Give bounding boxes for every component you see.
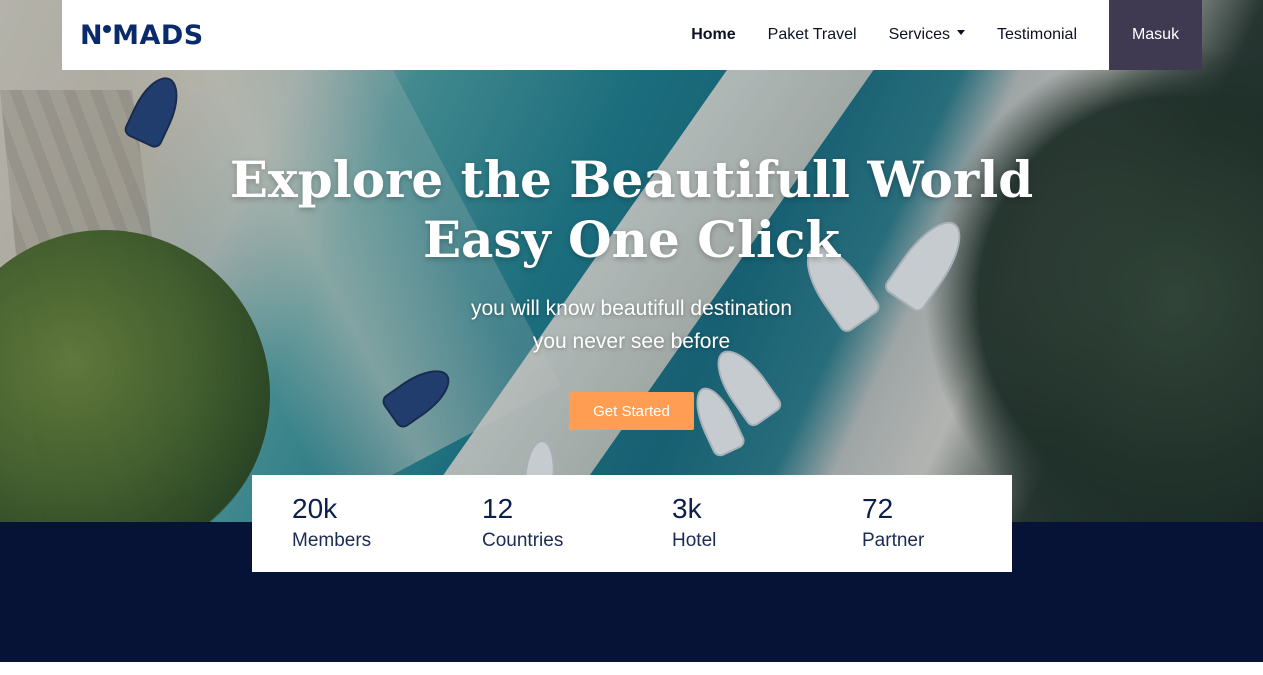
- nav-item-home[interactable]: Home: [691, 26, 735, 44]
- stats-panel: 20k Members 12 Countries 3k Hotel 72 Par…: [252, 475, 1012, 572]
- hero-content: Explore the Beautifull World Easy One Cl…: [0, 150, 1263, 358]
- stat-members: 20k Members: [252, 475, 442, 572]
- nav-item-testimonial[interactable]: Testimonial: [997, 26, 1077, 44]
- hero-title: Explore the Beautifull World Easy One Cl…: [0, 150, 1263, 270]
- stat-label: Countries: [482, 530, 564, 551]
- stat-label: Members: [292, 530, 372, 551]
- stat-value: 3k: [672, 493, 702, 524]
- nav-item-services[interactable]: Services: [889, 26, 965, 44]
- brand-logo[interactable]: N MADS: [80, 22, 204, 49]
- login-button[interactable]: Masuk: [1109, 0, 1202, 70]
- stat-value: 20k: [292, 493, 338, 524]
- stat-value: 72: [862, 493, 894, 524]
- brand-letters: MADS: [112, 20, 204, 51]
- nav-item-services-label: Services: [888, 26, 950, 43]
- brand-dot: [103, 25, 112, 33]
- hero-title-line-2: Easy One Click: [422, 210, 841, 269]
- nav-item-paket-travel[interactable]: Paket Travel: [768, 26, 857, 44]
- stat-label: Partner: [862, 530, 925, 551]
- page: N MADS Home Paket Travel Services Testimo…: [0, 0, 1263, 675]
- hero-subtitle-line-1: you will know beautifull destination: [470, 297, 793, 320]
- stat-value: 12: [482, 493, 514, 524]
- stat-hotel: 3k Hotel: [632, 475, 822, 572]
- hero-subtitle: you will know beautifull destination you…: [0, 292, 1263, 358]
- hero-title-line-1: Explore the Beautifull World: [229, 150, 1034, 209]
- stat-partner: 72 Partner: [822, 475, 1012, 572]
- hero-subtitle-line-2: you never see before: [532, 330, 731, 353]
- stat-countries: 12 Countries: [442, 475, 632, 572]
- navbar: N MADS Home Paket Travel Services Testimo…: [62, 0, 1202, 70]
- brand-letter-n: N: [80, 20, 104, 51]
- nav-links: Home Paket Travel Services Testimonial: [659, 0, 1077, 70]
- get-started-button[interactable]: Get Started: [569, 392, 694, 430]
- caret-down-icon: [956, 30, 965, 36]
- stat-label: Hotel: [672, 530, 717, 551]
